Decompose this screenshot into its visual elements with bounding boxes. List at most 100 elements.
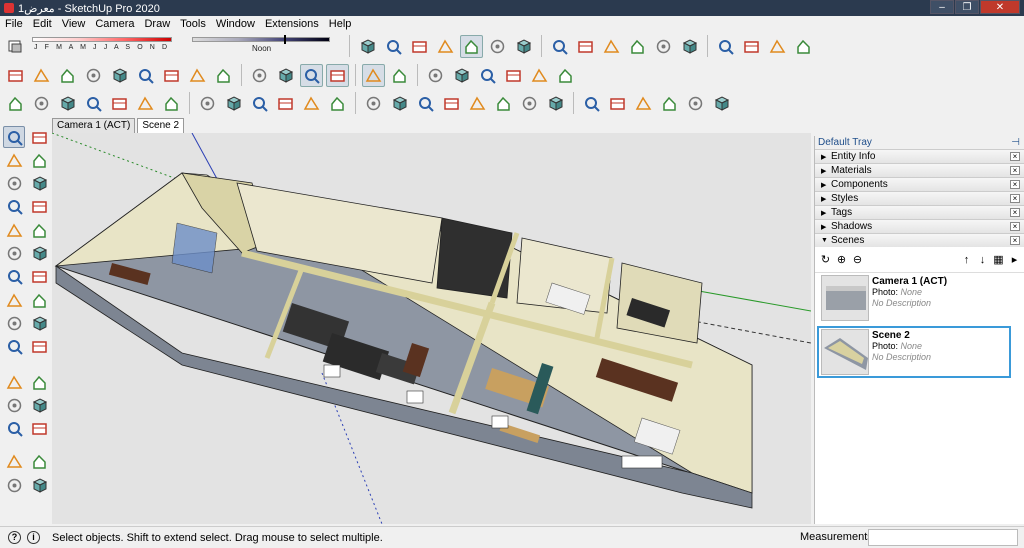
zoom-tool-icon[interactable] xyxy=(3,474,25,496)
minimize-button[interactable]: – xyxy=(930,0,954,14)
move-scene-down-icon[interactable]: ↓ xyxy=(976,253,989,266)
shadow-settings-icon[interactable] xyxy=(4,35,27,58)
geo-location-icon[interactable]: ? xyxy=(8,531,21,544)
close-section-icon[interactable]: × xyxy=(1010,194,1020,203)
solid-trim-icon[interactable] xyxy=(710,92,733,115)
close-section-icon[interactable]: × xyxy=(1010,152,1020,161)
menu-file[interactable]: File xyxy=(0,18,28,30)
right-view-icon[interactable] xyxy=(434,35,457,58)
display-section-planes-icon[interactable] xyxy=(274,64,297,87)
rotated-rectangle-icon[interactable] xyxy=(28,196,50,218)
tab-scene-2[interactable]: Scene 2 xyxy=(137,118,185,133)
freehand-icon[interactable] xyxy=(28,173,50,195)
tray-section-entity-info[interactable]: ▶ Entity Info × xyxy=(815,149,1024,163)
tray-pin-icon[interactable]: ⊣ xyxy=(1011,136,1020,149)
dimension-tool-icon[interactable] xyxy=(28,371,50,393)
shaded-icon[interactable] xyxy=(476,64,499,87)
zoom-extents-icon[interactable] xyxy=(108,64,131,87)
rotate-icon[interactable] xyxy=(3,312,25,334)
make-component-icon[interactable] xyxy=(28,126,50,148)
component-house-icon[interactable] xyxy=(626,35,649,58)
shaded-textures-icon[interactable] xyxy=(502,64,525,87)
advanced-cube-icon[interactable] xyxy=(632,92,655,115)
display-section-cuts-icon[interactable] xyxy=(300,63,323,87)
tray-section-shadows[interactable]: ▶ Shadows × xyxy=(815,219,1024,233)
pan-icon[interactable] xyxy=(30,64,53,87)
smoove-icon[interactable] xyxy=(222,92,245,115)
ruby-icon[interactable] xyxy=(792,35,815,58)
info-icon[interactable]: i xyxy=(27,531,40,544)
menu-window[interactable]: Window xyxy=(211,18,260,30)
walk-icon[interactable] xyxy=(212,64,235,87)
show-details-icon[interactable]: ▸ xyxy=(1008,253,1021,266)
protractor-tool-icon[interactable] xyxy=(3,394,25,416)
monochrome-icon[interactable] xyxy=(528,64,551,87)
sandbox-from-contours-icon[interactable] xyxy=(4,92,27,115)
house-icon[interactable] xyxy=(600,35,623,58)
arc-icon[interactable] xyxy=(3,243,25,265)
lo-send-icon[interactable] xyxy=(248,92,271,115)
axes-icon[interactable] xyxy=(3,418,25,440)
measurements-field[interactable] xyxy=(868,529,1018,546)
teapot-icon[interactable] xyxy=(56,92,79,115)
position-camera-icon[interactable] xyxy=(160,64,183,87)
rectangle-icon[interactable] xyxy=(3,196,25,218)
protractor-icon[interactable] xyxy=(440,92,463,115)
add-detail-icon[interactable] xyxy=(160,92,183,115)
layer-house-icon[interactable] xyxy=(678,35,701,58)
tab-camera-1[interactable]: Camera 1 (ACT) xyxy=(52,118,136,133)
move-icon[interactable] xyxy=(3,289,25,311)
dimension-icon[interactable] xyxy=(300,92,323,115)
maximize-button[interactable]: ❐ xyxy=(955,0,979,14)
section-tool-icon[interactable] xyxy=(388,92,411,115)
offset-icon[interactable] xyxy=(28,336,50,358)
circle-icon[interactable] xyxy=(3,219,25,241)
menu-help[interactable]: Help xyxy=(324,18,357,30)
drape-icon[interactable] xyxy=(134,92,157,115)
tray-section-tags[interactable]: ▶ Tags × xyxy=(815,205,1024,219)
tray-section-components[interactable]: ▶ Components × xyxy=(815,177,1024,191)
scene-item-scene-2[interactable]: Scene 2 Photo: None No Description xyxy=(817,326,1011,378)
previous-view-icon[interactable] xyxy=(134,64,157,87)
tape-measure-icon[interactable] xyxy=(3,371,25,393)
tray-section-scenes[interactable]: ▼ Scenes × xyxy=(815,233,1024,247)
mirror-icon[interactable] xyxy=(414,92,437,115)
signpost-icon[interactable] xyxy=(466,92,489,115)
orbit-tool-icon[interactable] xyxy=(3,451,25,473)
solid-union-icon[interactable] xyxy=(658,92,681,115)
section-fill-icon[interactable] xyxy=(326,63,349,87)
move-scene-up-icon[interactable]: ↑ xyxy=(960,253,973,266)
pan-tool-icon[interactable] xyxy=(28,451,50,473)
close-section-icon[interactable]: × xyxy=(1010,208,1020,217)
scene-item-camera-1[interactable]: Camera 1 (ACT) Photo: None No Descriptio… xyxy=(817,272,1011,324)
solid-subtract-icon[interactable] xyxy=(684,92,707,115)
close-section-icon[interactable]: × xyxy=(1010,166,1020,175)
advanced-box-icon[interactable] xyxy=(606,92,629,115)
tray-section-styles[interactable]: ▶ Styles × xyxy=(815,191,1024,205)
lo-view-icon[interactable] xyxy=(274,92,297,115)
dome-icon[interactable] xyxy=(518,92,541,115)
bottom-view-icon[interactable] xyxy=(512,35,535,58)
teapot-hand-icon[interactable] xyxy=(82,92,105,115)
two-point-arc-icon[interactable] xyxy=(28,243,50,265)
back-edges-icon[interactable] xyxy=(388,64,411,87)
paint-bucket-icon[interactable] xyxy=(3,149,25,171)
pie-icon[interactable] xyxy=(28,266,50,288)
close-section-icon[interactable]: × xyxy=(1010,180,1020,189)
back-view-icon[interactable] xyxy=(460,34,483,58)
tray-section-materials[interactable]: ▶ Materials × xyxy=(815,163,1024,177)
style-icon[interactable] xyxy=(554,64,577,87)
photo-match-icon[interactable] xyxy=(362,92,385,115)
sandbox-from-scratch-icon[interactable] xyxy=(30,92,53,115)
shadow-time-slider[interactable]: Noon xyxy=(192,34,332,58)
orbit-icon[interactable] xyxy=(4,64,27,87)
shadow-date-slider[interactable]: J F M A M J J A S O N D xyxy=(32,34,182,58)
hidden-line-icon[interactable] xyxy=(450,64,473,87)
extension-manager-icon[interactable] xyxy=(740,35,763,58)
menu-camera[interactable]: Camera xyxy=(90,18,139,30)
top-view-icon[interactable] xyxy=(382,35,405,58)
zoom-window-tool-icon[interactable] xyxy=(28,474,50,496)
look-around-icon[interactable] xyxy=(186,64,209,87)
menu-extensions[interactable]: Extensions xyxy=(260,18,324,30)
view-options-icon[interactable]: ▦ xyxy=(992,253,1005,266)
